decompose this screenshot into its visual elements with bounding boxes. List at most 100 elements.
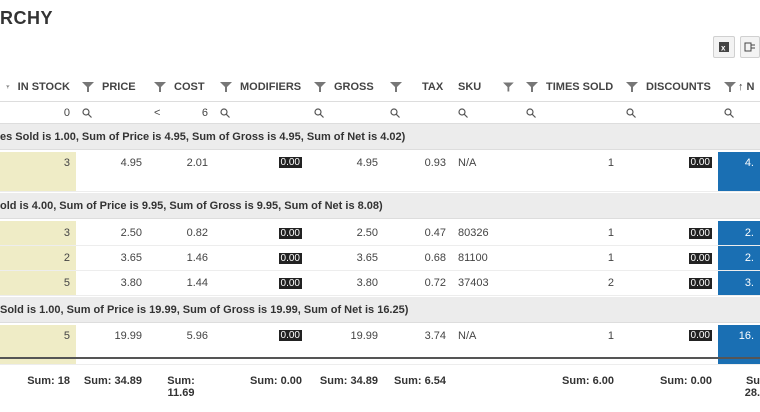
footer-gross: Sum: 34.89 bbox=[319, 375, 378, 387]
filter-icon[interactable] bbox=[6, 82, 10, 92]
group-summary-label: es Sold is 1.00, Sum of Price is 4.95, S… bbox=[0, 130, 406, 143]
svg-text:x: x bbox=[721, 44, 726, 53]
search-icon bbox=[724, 107, 734, 118]
col-gross[interactable]: GROSS bbox=[308, 73, 384, 101]
cell-in-stock: 2 bbox=[0, 246, 76, 270]
cell-tax: 0.93 bbox=[424, 157, 446, 169]
cell-modifiers: 0.00 bbox=[278, 227, 302, 239]
cell-net: 2. bbox=[718, 246, 760, 270]
footer-net: Su 28. bbox=[744, 375, 760, 399]
cell-net: 2. bbox=[718, 221, 760, 245]
cell-price: 3.65 bbox=[120, 252, 142, 264]
table-row[interactable]: 5 3.80 1.44 0.00 3.80 0.72 37403 2 0.00 3. bbox=[0, 271, 760, 296]
col-cost[interactable]: COST bbox=[148, 73, 208, 101]
cell-net: 4. bbox=[718, 152, 760, 191]
filter-price-input[interactable] bbox=[76, 102, 148, 123]
group-header-row[interactable]: old is 4.00, Sum of Price is 9.95, Sum o… bbox=[0, 193, 760, 219]
cell-times-sold: 2 bbox=[607, 277, 614, 289]
cell-gross: 3.80 bbox=[356, 277, 378, 289]
search-icon bbox=[626, 107, 636, 118]
search-icon bbox=[526, 107, 536, 118]
cell-tax: 0.72 bbox=[424, 277, 446, 289]
filter-times-sold-input[interactable] bbox=[520, 102, 620, 123]
footer-discounts: Sum: 0.00 bbox=[660, 375, 712, 387]
cell-gross: 4.95 bbox=[356, 157, 378, 169]
cell-price: 4.95 bbox=[120, 157, 142, 169]
filter-sku-input[interactable] bbox=[452, 102, 520, 123]
footer-cost: Sum: 11.69 bbox=[167, 375, 195, 399]
filter-icon[interactable] bbox=[390, 82, 402, 92]
cell-sku: 80326 bbox=[458, 227, 489, 239]
col-in-stock[interactable]: IN STOCK bbox=[0, 73, 70, 101]
cell-discounts: 0.00 bbox=[688, 227, 712, 239]
col-modifiers[interactable]: MODIFIERS bbox=[214, 73, 310, 101]
search-icon bbox=[390, 107, 400, 118]
footer-in-stock: Sum: 18 bbox=[27, 375, 70, 387]
cell-tax: 0.47 bbox=[424, 227, 446, 239]
search-icon bbox=[220, 107, 230, 118]
group-summary-label: old is 4.00, Sum of Price is 9.95, Sum o… bbox=[0, 199, 383, 212]
filter-icon[interactable] bbox=[220, 82, 232, 92]
footer-modifiers: Sum: 0.00 bbox=[250, 375, 302, 387]
filter-operator[interactable]: < bbox=[154, 107, 160, 119]
footer-tax: Sum: 6.54 bbox=[394, 375, 446, 387]
cell-discounts: 0.00 bbox=[688, 252, 712, 264]
cell-times-sold: 1 bbox=[607, 157, 614, 169]
filter-icon[interactable] bbox=[626, 82, 638, 92]
excel-export-icon[interactable]: x bbox=[713, 36, 735, 58]
cell-cost: 0.82 bbox=[186, 227, 208, 239]
filter-in-stock-input[interactable]: 0 bbox=[0, 102, 76, 123]
cell-discounts: 0.00 bbox=[688, 277, 712, 289]
filter-icon[interactable] bbox=[82, 82, 94, 92]
col-sku[interactable]: SKU bbox=[452, 73, 522, 101]
cell-in-stock: 3 bbox=[0, 152, 76, 191]
cell-modifiers: 0.00 bbox=[278, 157, 302, 168]
table-row[interactable]: 2 3.65 1.46 0.00 3.65 0.68 81100 1 0.00 2. bbox=[0, 246, 760, 271]
cell-sku: N/A bbox=[458, 157, 477, 169]
cell-tax: 0.68 bbox=[424, 252, 446, 264]
group-header-row[interactable]: es Sold is 1.00, Sum of Price is 4.95, S… bbox=[0, 124, 760, 150]
columns-icon[interactable] bbox=[740, 36, 760, 58]
cell-net: 3. bbox=[718, 271, 760, 295]
col-discounts[interactable]: DISCOUNTS bbox=[620, 73, 720, 101]
col-net[interactable]: ↑ N bbox=[718, 73, 760, 101]
cell-gross: 2.50 bbox=[356, 227, 378, 239]
cell-price: 2.50 bbox=[120, 227, 142, 239]
col-price[interactable]: PRICE bbox=[76, 73, 146, 101]
filter-icon[interactable] bbox=[154, 82, 166, 92]
filter-net-input[interactable] bbox=[718, 102, 760, 123]
cell-sku: 37403 bbox=[458, 277, 489, 289]
cell-modifiers: 0.00 bbox=[278, 277, 302, 289]
filter-tax-input[interactable] bbox=[384, 102, 452, 123]
search-icon bbox=[314, 107, 324, 118]
cell-in-stock: 5 bbox=[0, 271, 76, 295]
table-row[interactable]: 3 2.50 0.82 0.00 2.50 0.47 80326 1 0.00 2. bbox=[0, 221, 760, 246]
footer-times-sold: Sum: 6.00 bbox=[562, 375, 614, 387]
cell-in-stock: 3 bbox=[0, 221, 76, 245]
summary-footer: Sum: 18 Sum: 34.89 Sum: 11.69 Sum: 0.00 … bbox=[0, 357, 760, 412]
search-icon bbox=[82, 107, 92, 118]
header-row: IN STOCK PRICE COST MODIFIERS GROSS TAX … bbox=[0, 73, 760, 102]
filter-icon[interactable] bbox=[503, 82, 514, 92]
search-icon bbox=[458, 107, 468, 118]
cell-cost: 2.01 bbox=[186, 157, 208, 169]
filter-icon[interactable] bbox=[526, 82, 538, 92]
cell-discounts: 0.00 bbox=[688, 157, 712, 168]
filter-icon[interactable] bbox=[314, 82, 326, 92]
filter-cost-input[interactable]: < 6 bbox=[148, 102, 214, 123]
group-summary-label: Sold is 1.00, Sum of Price is 19.99, Sum… bbox=[0, 303, 409, 316]
cell-sku: 81100 bbox=[458, 252, 488, 264]
cell-modifiers: 0.00 bbox=[278, 252, 302, 264]
filter-row: 0 < 6 bbox=[0, 102, 760, 124]
col-times-sold[interactable]: TIMES SOLD bbox=[520, 73, 620, 101]
cell-cost: 1.44 bbox=[186, 277, 208, 289]
col-tax[interactable]: TAX bbox=[384, 73, 452, 101]
filter-gross-input[interactable] bbox=[308, 102, 384, 123]
filter-icon[interactable] bbox=[724, 82, 736, 92]
cell-times-sold: 1 bbox=[607, 227, 614, 239]
group-header-row[interactable]: Sold is 1.00, Sum of Price is 19.99, Sum… bbox=[0, 297, 760, 323]
cell-times-sold: 1 bbox=[607, 252, 614, 264]
filter-discounts-input[interactable] bbox=[620, 102, 718, 123]
table-row[interactable]: 3 4.95 2.01 0.00 4.95 0.93 N/A 1 0.00 4. bbox=[0, 152, 760, 192]
filter-modifiers-input[interactable] bbox=[214, 102, 308, 123]
